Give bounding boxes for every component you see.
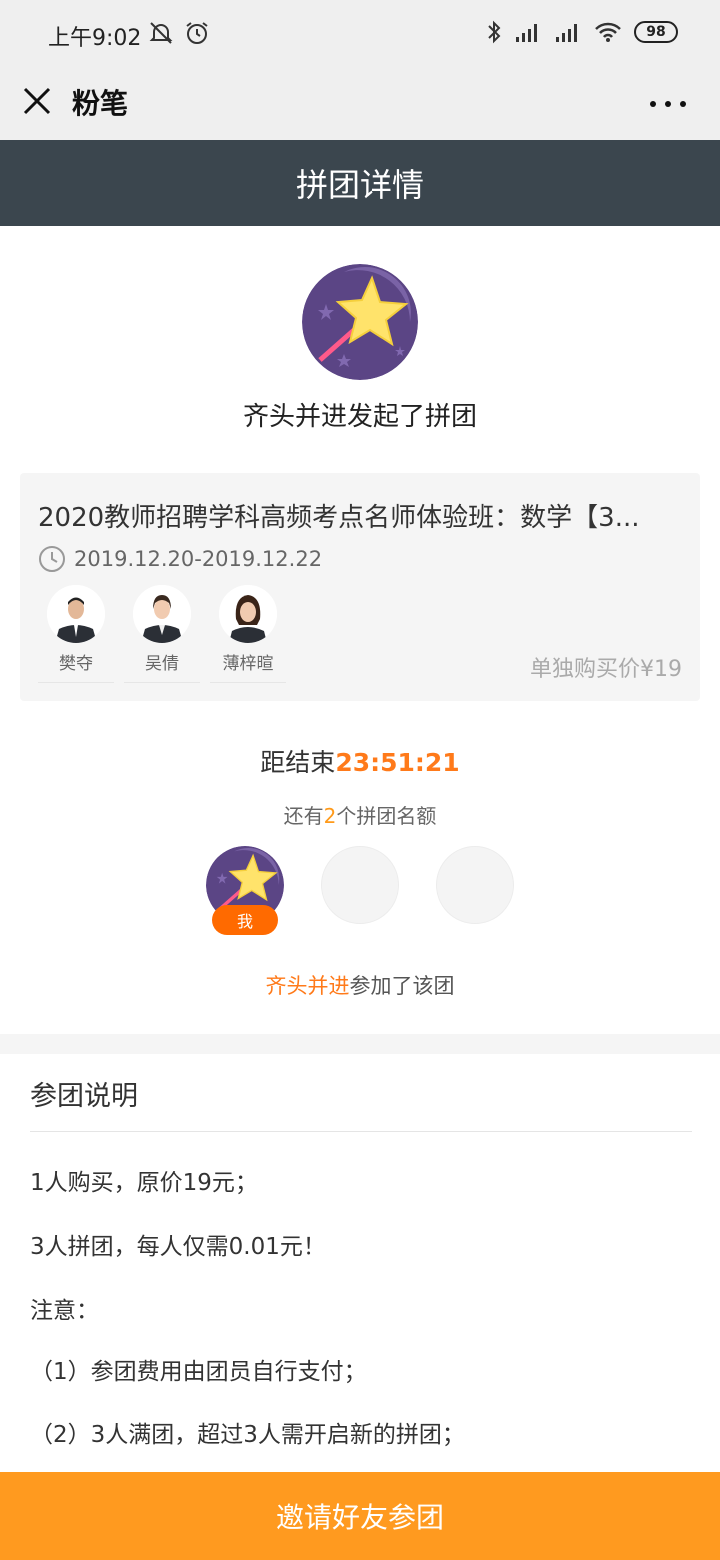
bluetooth-icon xyxy=(488,20,501,44)
rule-line: （2）3人满团，超过3人需开启新的拼团； xyxy=(30,1422,465,1448)
course-date-row: 2019.12.20-2019.12.22 xyxy=(38,545,322,573)
initiator-avatar xyxy=(302,264,418,380)
rule-line: 注意： xyxy=(30,1298,99,1324)
teacher-item: 樊夺 xyxy=(38,585,114,683)
close-button[interactable] xyxy=(20,84,54,118)
joined-user: 齐头并进 xyxy=(265,974,350,998)
teacher-photo-icon xyxy=(219,585,277,643)
teacher-photo-icon xyxy=(133,585,191,643)
more-icon xyxy=(650,101,656,107)
teacher-avatar xyxy=(133,585,191,643)
teacher-item: 薄梓暄 xyxy=(210,585,286,683)
slots-suffix: 个拼团名额 xyxy=(336,804,437,828)
course-card[interactable]: 2020教师招聘学科高频考点名师体验班：数学【3... 2019.12.20-2… xyxy=(20,473,700,701)
teacher-avatar xyxy=(47,585,105,643)
member-slot-empty xyxy=(321,846,399,924)
joined-label: 参加了该团 xyxy=(349,974,455,998)
slots-prefix: 还有 xyxy=(283,804,324,828)
teacher-avatar xyxy=(219,585,277,643)
battery-indicator: 98 xyxy=(634,21,678,43)
status-left-icons xyxy=(148,20,210,46)
member-slot-empty xyxy=(436,846,514,924)
signal-icon xyxy=(556,24,577,42)
rule-line: 1人购买，原价19元； xyxy=(30,1170,258,1196)
slots-count: 2 xyxy=(323,804,337,828)
alarm-icon xyxy=(186,22,208,44)
invite-friends-button[interactable]: 邀请好友参团 xyxy=(0,1472,720,1560)
clock-icon xyxy=(39,546,65,572)
teacher-name: 樊夺 xyxy=(59,654,93,674)
signal-icon xyxy=(516,24,537,42)
teacher-photo-icon xyxy=(47,585,105,643)
joined-text: 齐头并进参加了该团 xyxy=(0,970,720,1000)
countdown-label: 距结束 xyxy=(260,748,336,777)
more-button[interactable] xyxy=(650,86,686,122)
slots-remaining: 还有2个拼团名额 xyxy=(0,800,720,829)
magic-wand-star-icon xyxy=(302,264,418,380)
initiator-text: 齐头并进发起了拼团 xyxy=(242,402,477,432)
wifi-icon xyxy=(595,22,621,42)
status-time: 上午9:02 xyxy=(48,26,142,51)
rules-title: 参团说明 xyxy=(30,1081,138,1112)
teacher-list: 樊夺 吴倩 薄梓暄 xyxy=(38,585,286,683)
teacher-item: 吴倩 xyxy=(124,585,200,683)
me-badge: 我 xyxy=(212,905,278,935)
countdown-time: 23:51:21 xyxy=(335,748,460,777)
section-divider xyxy=(0,1034,720,1054)
nav-bar: 粉笔 xyxy=(0,68,720,140)
rules-divider xyxy=(30,1131,692,1132)
status-bar: 上午9:02 98 xyxy=(0,0,720,68)
teacher-name: 薄梓暄 xyxy=(222,654,274,674)
rule-line: （1）参团费用由团员自行支付； xyxy=(30,1359,367,1385)
rule-line: 3人拼团，每人仅需0.01元！ xyxy=(30,1234,326,1260)
countdown: 距结束23:51:21 xyxy=(0,743,720,779)
teacher-name: 吴倩 xyxy=(145,654,179,674)
bell-off-icon xyxy=(149,22,173,44)
nav-title: 粉笔 xyxy=(72,87,129,120)
page-title: 拼团详情 xyxy=(0,140,720,226)
status-right: 98 xyxy=(486,20,678,44)
course-date: 2019.12.20-2019.12.22 xyxy=(74,547,323,571)
solo-price: 单独购买价¥19 xyxy=(530,657,682,682)
course-title: 2020教师招聘学科高频考点名师体验班：数学【3... xyxy=(38,503,640,533)
close-icon xyxy=(23,87,51,115)
